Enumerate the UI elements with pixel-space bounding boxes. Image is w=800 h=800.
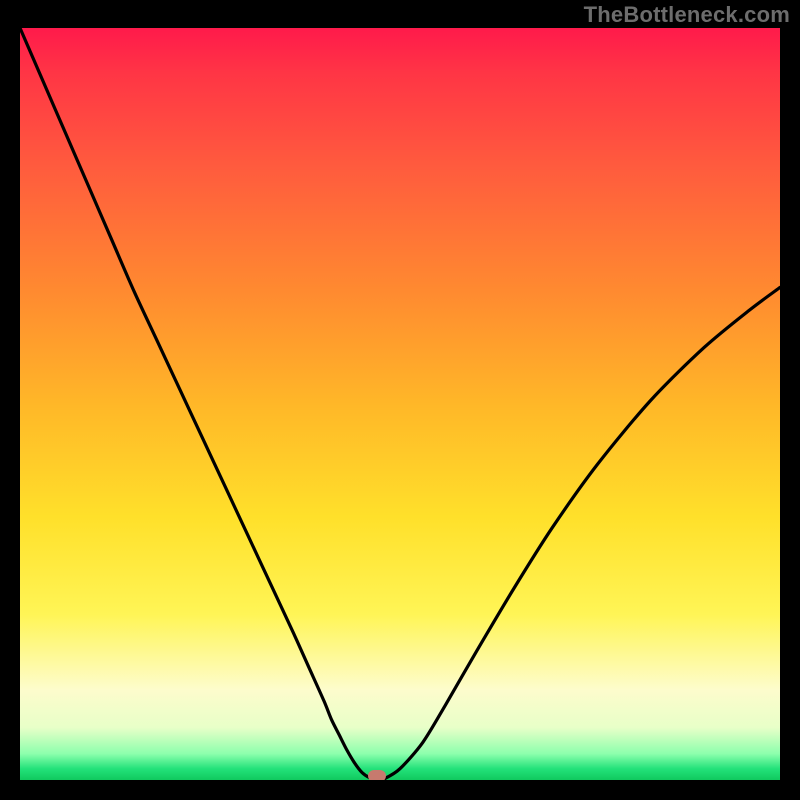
curve-path (20, 28, 780, 780)
optimal-point-marker (368, 770, 386, 780)
chart-frame: TheBottleneck.com (0, 0, 800, 800)
bottleneck-curve (20, 28, 780, 780)
watermark-text: TheBottleneck.com (584, 2, 790, 28)
plot-area (20, 28, 780, 780)
